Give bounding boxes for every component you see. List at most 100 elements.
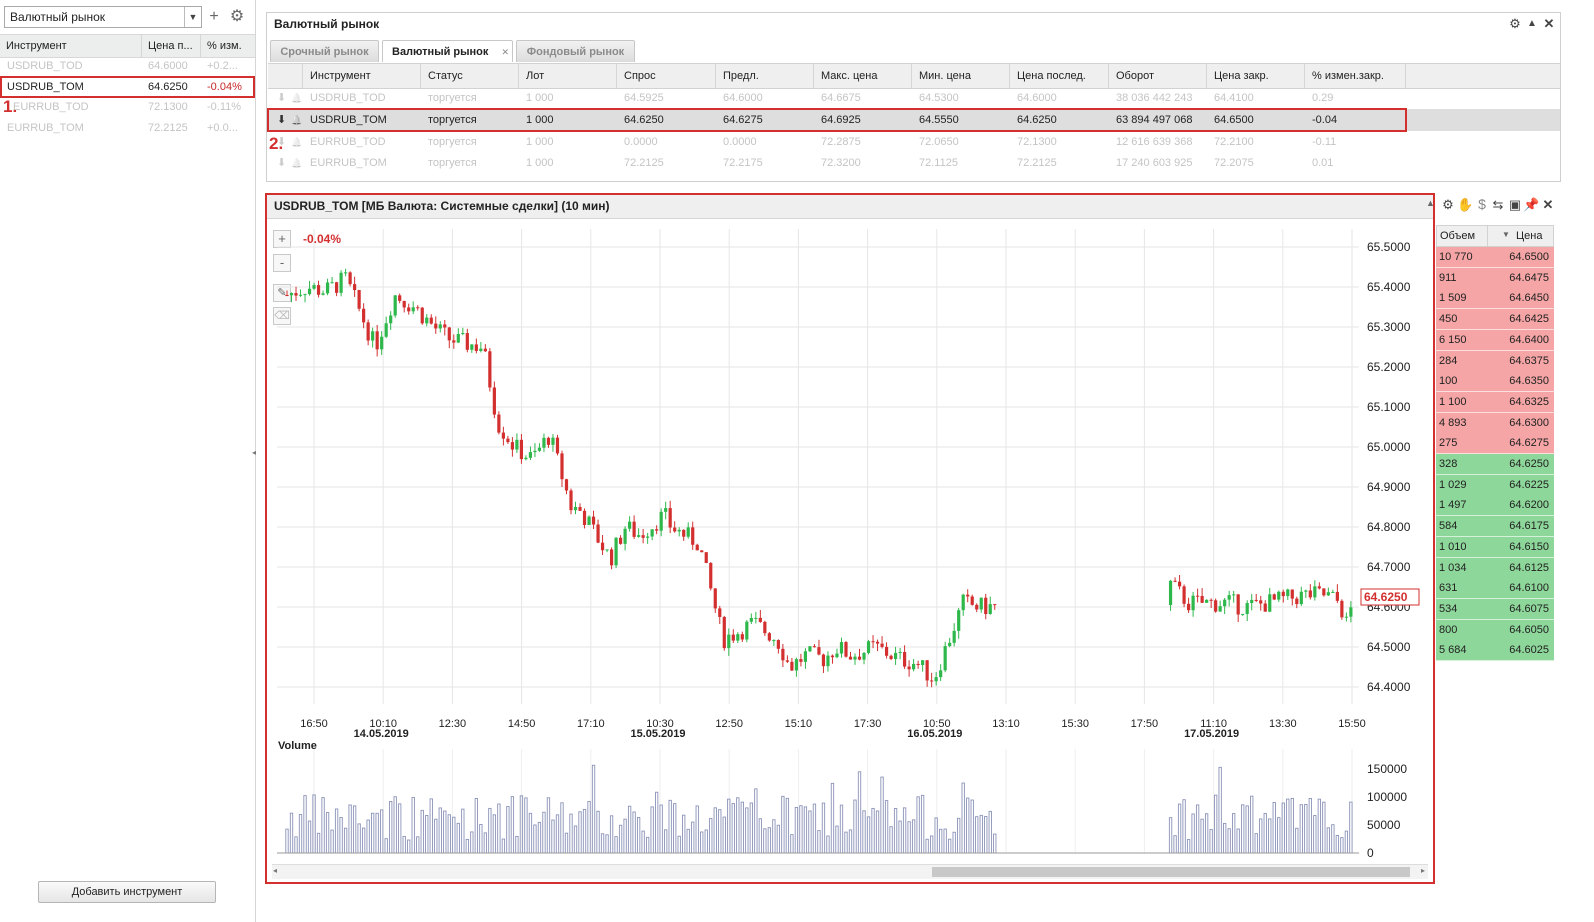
date-label: 15.05.2019 [630, 728, 685, 740]
list-item[interactable]: EURRUB_TOM 72.2125 +0.0... [0, 118, 255, 139]
candle-body [740, 634, 744, 640]
bid-row[interactable]: 631 64.6100 [1436, 578, 1554, 600]
tab-currency[interactable]: Валютный рынок ✕ [382, 40, 513, 62]
col-close-price[interactable]: Цена закр. [1207, 64, 1305, 88]
volume-bar [1268, 818, 1272, 854]
plus-icon[interactable]: + [205, 8, 223, 26]
price-chart[interactable]: 65.5000 65.4000 65.3000 65.2000 65.1000 65.00… [267, 219, 1433, 882]
collapse-icon[interactable]: ▲ [1524, 16, 1540, 32]
col-instrument[interactable]: Инструмент [0, 35, 142, 57]
volume-bar [510, 796, 515, 854]
ask-row[interactable]: 100 64.6350 [1436, 371, 1554, 393]
col-turnover[interactable]: Оборот [1109, 64, 1207, 88]
bell-icon[interactable]: 🔔 [284, 152, 302, 174]
candle-body [970, 596, 974, 605]
bid-row[interactable]: 1 029 64.6225 [1436, 474, 1554, 496]
bid-row[interactable]: 534 64.6075 [1436, 598, 1554, 620]
pin-icon[interactable]: 📌 [1523, 197, 1539, 213]
dollar-icon[interactable]: $ [1474, 196, 1490, 212]
bell-icon[interactable]: 🔔 [284, 87, 302, 109]
candle-body [961, 594, 965, 611]
x-tick-label: 14:50 [508, 718, 536, 730]
volume-bar [695, 805, 699, 854]
col-volume[interactable]: Объем [1440, 230, 1475, 242]
volume-label: Volume [278, 740, 317, 752]
col-ask[interactable]: Предл. [716, 64, 814, 88]
refresh-icon[interactable]: ⇆ [1490, 197, 1506, 213]
volume-bar [321, 797, 325, 854]
candle-body [921, 660, 925, 666]
volume-bar [704, 829, 708, 854]
bid-row[interactable]: 1 010 64.6150 [1436, 536, 1554, 558]
candle-body [1286, 589, 1290, 597]
bid-row[interactable]: 800 64.6050 [1436, 619, 1554, 641]
bid-row[interactable]: 328 64.6250 [1436, 454, 1554, 475]
gear-icon[interactable]: ⚙ [228, 8, 246, 26]
gear-icon[interactable]: ⚙ [1440, 197, 1456, 213]
ask-row[interactable]: 275 64.6275 [1436, 433, 1554, 455]
ask-row[interactable]: 6 150 64.6400 [1436, 329, 1554, 351]
close-icon[interactable]: ✕ [1540, 197, 1556, 213]
ask-row[interactable]: 1 509 64.6450 [1436, 288, 1554, 310]
bid-row[interactable]: 1 497 64.6200 [1436, 495, 1554, 517]
candle-body [384, 323, 388, 337]
candle-body [646, 536, 650, 538]
scrollbar-thumb[interactable] [932, 867, 1410, 877]
ask-row[interactable]: 911 64.6475 [1436, 267, 1554, 289]
candle-body [398, 295, 402, 301]
date-label: 14.05.2019 [354, 728, 409, 740]
ask-row[interactable]: 284 64.6375 [1436, 350, 1554, 372]
col-close-change[interactable]: % измен.закр. [1305, 64, 1406, 88]
list-item-change: -0.04% [207, 81, 242, 93]
col-instrument[interactable]: Инструмент [303, 64, 421, 88]
ask-row[interactable]: 4 893 64.6300 [1436, 412, 1554, 434]
candle-body [749, 617, 753, 622]
gear-icon[interactable]: ⚙ [1507, 16, 1523, 32]
scroll-right-icon[interactable]: ▸ [1421, 866, 1425, 875]
bell-icon[interactable]: 🔔 [284, 131, 302, 153]
col-max-price[interactable]: Макс. цена [814, 64, 912, 88]
col-bid[interactable]: Спрос [617, 64, 716, 88]
bid-row[interactable]: 584 64.6175 [1436, 516, 1554, 538]
collapse-handle-icon[interactable]: ◂ [252, 448, 256, 457]
tab-stocks[interactable]: Фондовый рынок [516, 40, 635, 62]
tab-futures[interactable]: Срочный рынок [270, 40, 379, 62]
bid-row[interactable]: 5 684 64.6025 [1436, 640, 1554, 662]
chevron-down-icon[interactable]: ▼ [184, 7, 201, 27]
window-icon[interactable]: ▣ [1507, 197, 1523, 213]
volume-bar [794, 806, 799, 854]
candle-body [713, 588, 717, 609]
list-item[interactable]: USDRUB_TOD 64.6000 +0.2... [0, 56, 255, 77]
list-item-selected[interactable]: USDRUB_TOM 64.6250 -0.04% [0, 76, 255, 98]
bid-row[interactable]: 1 034 64.6125 [1436, 557, 1554, 579]
ask-row[interactable]: 450 64.6425 [1436, 309, 1554, 331]
col-lot[interactable]: Лот [519, 64, 617, 88]
order-volume: 631 [1439, 582, 1458, 595]
candle-body [1349, 607, 1353, 617]
market-select[interactable]: Валютный рынок ▼ [4, 6, 202, 28]
table-row[interactable]: ⬇ 🔔 EURRUB_TOD торгуется 1 000 0.0000 0.0000 72… [268, 131, 1560, 153]
ask-row[interactable]: 10 770 64.6500 [1436, 247, 1554, 268]
list-item[interactable]: EURRUB_TOD 72.1300 -0.11% [0, 97, 255, 118]
close-icon[interactable]: ✕ [501, 41, 509, 63]
scroll-left-icon[interactable]: ◂ [273, 866, 277, 875]
candle-body [979, 597, 983, 610]
table-row[interactable]: ⬇ 🔔 USDRUB_TOD торгуется 1 000 64.5925 64.6000… [268, 87, 1560, 109]
horizontal-scrollbar[interactable]: ◂ ▸ [272, 864, 1428, 879]
col-status[interactable]: Статус [421, 64, 519, 88]
table-row[interactable]: ⬇ 🔔 EURRUB_TOM торгуется 1 000 72.2125 72.2175… [268, 152, 1560, 174]
collapse-icon[interactable]: ▲ [1426, 198, 1435, 208]
candle-body [943, 646, 947, 671]
volume-bar [763, 828, 767, 854]
col-change[interactable]: % изм. [201, 35, 255, 57]
col-price[interactable]: Цена [1516, 230, 1542, 242]
list-item-price: 72.1300 [148, 101, 188, 113]
col-min-price[interactable]: Мин. цена [912, 64, 1010, 88]
sort-desc-icon[interactable]: ▼ [1502, 230, 1510, 239]
add-instrument-button[interactable]: Добавить инструмент [38, 881, 216, 903]
close-icon[interactable]: ✕ [1541, 16, 1557, 32]
col-price[interactable]: Цена п... [142, 35, 201, 57]
col-last-price[interactable]: Цена послед. [1010, 64, 1109, 88]
hand-icon[interactable]: ✋ [1457, 197, 1473, 213]
ask-row[interactable]: 1 100 64.6325 [1436, 391, 1554, 413]
